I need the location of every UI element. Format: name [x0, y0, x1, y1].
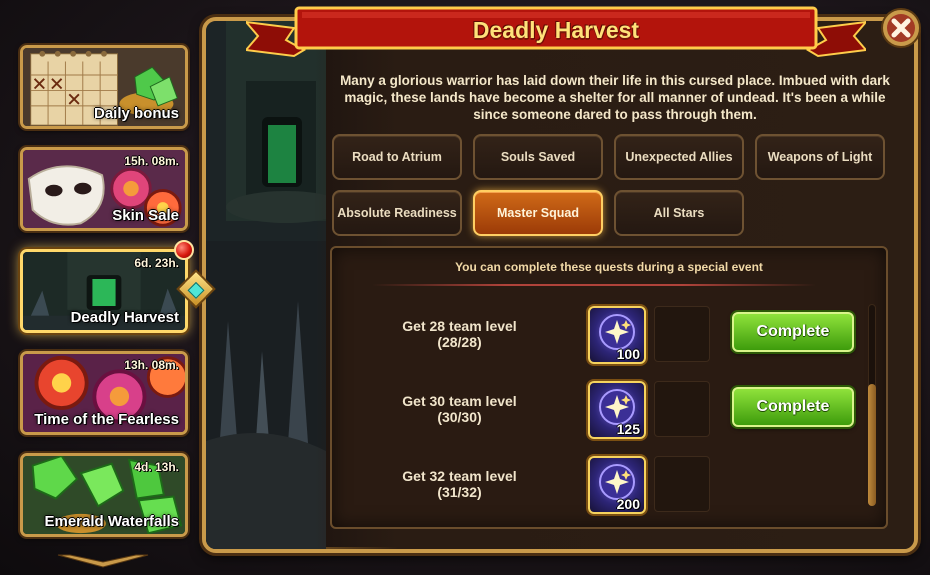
reward-amount: 200 [616, 496, 640, 512]
chevron-down-icon[interactable] [56, 553, 150, 569]
page-title: Deadly Harvest [472, 17, 640, 43]
event-title: Daily bonus [93, 105, 179, 122]
scrollbar-thumb[interactable] [868, 384, 876, 506]
quest-row: Get 28 team level (28/28) 100 Complete [332, 304, 872, 366]
event-card-skin-sale[interactable]: 15h. 08m. Skin Sale [20, 147, 188, 231]
quest-progress: (30/30) [437, 409, 482, 425]
empty-reward-slot [654, 381, 710, 437]
reward-item[interactable]: 125 [588, 381, 646, 439]
event-title: Emerald Waterfalls [44, 513, 180, 530]
title-banner: Deadly Harvest [246, 6, 866, 58]
reward-amount: 100 [616, 346, 640, 362]
event-timer: 15h. 08m. [124, 154, 179, 168]
quest-progress: (28/28) [437, 334, 482, 350]
event-card-time-of-the-fearless[interactable]: 13h. 08m. Time of the Fearless [20, 351, 188, 435]
event-description: Many a glorious warrior has laid down th… [340, 73, 890, 122]
quest-task: Get 30 team level [402, 393, 517, 409]
tab-absolute-readiness[interactable]: Absolute Readiness [332, 190, 462, 236]
event-timer: 13h. 08m. [124, 358, 179, 372]
event-card-deadly-harvest[interactable]: 6d. 23h. Deadly Harvest [20, 249, 188, 333]
graveyard-scene-illustration [206, 21, 326, 549]
event-card-daily-bonus[interactable]: Daily bonus [20, 45, 188, 129]
quest-description: Get 30 team level (30/30) [372, 393, 547, 425]
event-title: Skin Sale [112, 207, 179, 224]
tab-weapons-of-light[interactable]: Weapons of Light [755, 134, 885, 180]
tab-all-stars[interactable]: All Stars [614, 190, 744, 236]
event-timer: 6d. 23h. [134, 256, 179, 270]
complete-button[interactable]: Complete [732, 387, 854, 427]
tab-master-squad[interactable]: Master Squad [473, 190, 603, 236]
reward-item[interactable]: 200 [588, 456, 646, 514]
quest-task: Get 28 team level [402, 318, 517, 334]
quest-row: Get 32 team level (31/32) 200 [332, 454, 872, 516]
quest-description: Get 32 team level (31/32) [372, 468, 547, 500]
event-timer: 4d. 13h. [134, 460, 179, 474]
notification-dot [174, 240, 194, 260]
tab-road-to-atrium[interactable]: Road to Atrium [332, 134, 462, 180]
quest-description: Get 28 team level (28/28) [372, 318, 547, 350]
event-title: Deadly Harvest [70, 309, 179, 326]
quest-row: Get 30 team level (30/30) 125 Complete [332, 379, 872, 441]
quest-progress: (31/32) [437, 484, 482, 500]
complete-button[interactable]: Complete [732, 312, 854, 352]
close-icon[interactable] [880, 7, 922, 49]
quest-panel: You can complete these quests during a s… [330, 246, 888, 529]
reward-item[interactable]: 100 [588, 306, 646, 364]
event-list: Daily bonus 15h. 08m. Skin Sale 6d. 23h. [0, 0, 216, 575]
quest-task: Get 32 team level [402, 468, 517, 484]
divider [372, 284, 816, 286]
tab-souls-saved[interactable]: Souls Saved [473, 134, 603, 180]
quest-panel-note: You can complete these quests during a s… [455, 260, 763, 274]
event-card-emerald-waterfalls[interactable]: 4d. 13h. Emerald Waterfalls [20, 453, 188, 537]
reward-amount: 125 [616, 421, 640, 437]
tab-unexpected-allies[interactable]: Unexpected Allies [614, 134, 744, 180]
empty-reward-slot [654, 456, 710, 512]
event-title: Time of the Fearless [34, 411, 179, 428]
empty-reward-slot [654, 306, 710, 362]
